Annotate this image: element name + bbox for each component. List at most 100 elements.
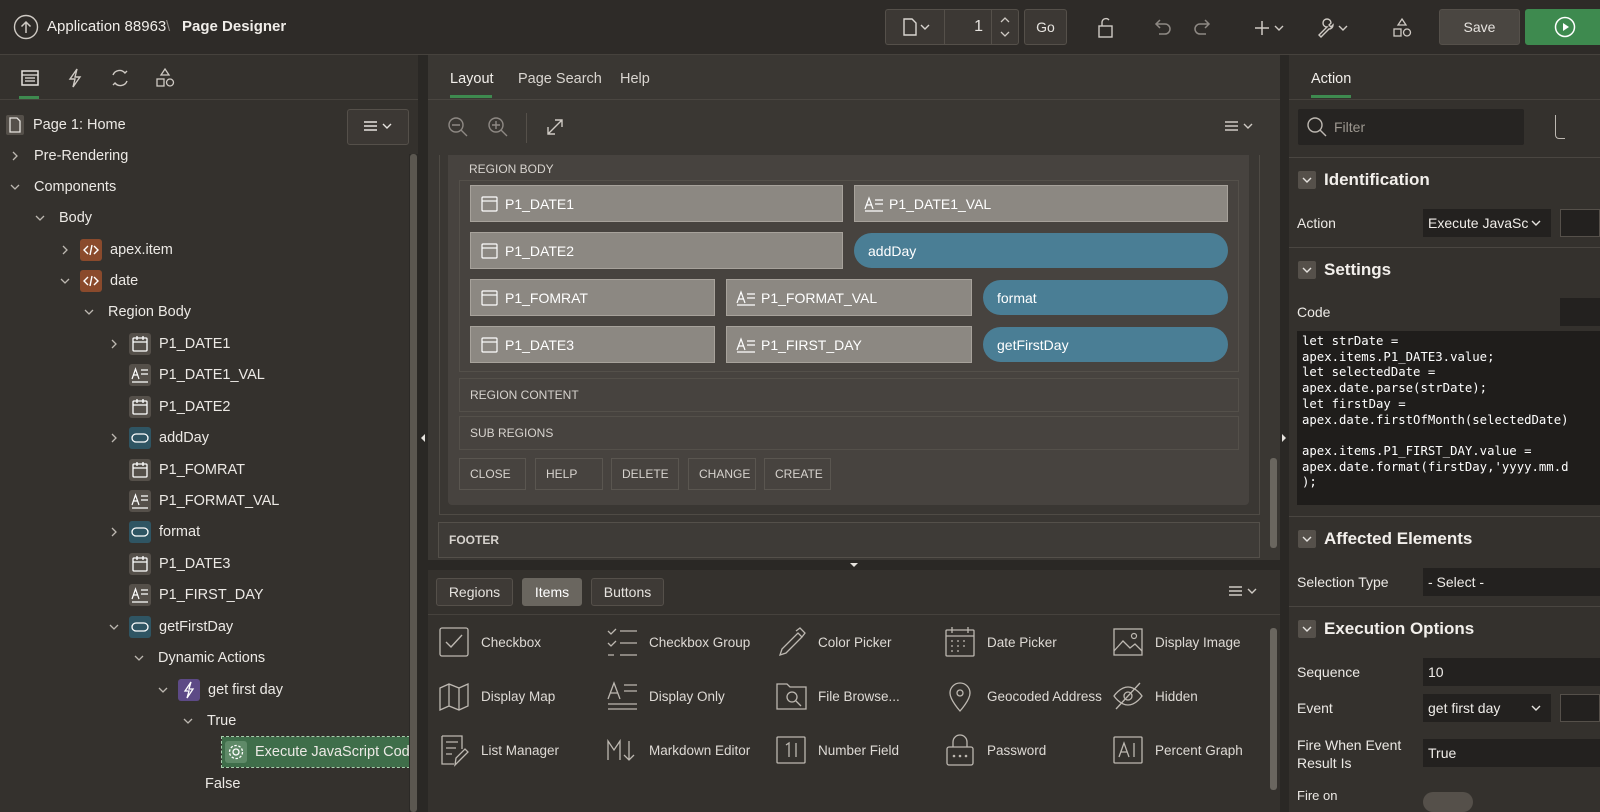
gallery-item[interactable]: Markdown Editor <box>605 727 750 773</box>
chevron-down-icon[interactable] <box>82 305 96 319</box>
tree-item-p1-date3[interactable]: P1_DATE3 <box>107 549 230 579</box>
tab-page-search[interactable]: Page Search <box>518 71 602 87</box>
go-button[interactable]: Go <box>1024 9 1067 45</box>
item-p1-fomrat[interactable]: P1_FOMRAT <box>470 279 715 316</box>
tree-body[interactable]: Body <box>33 203 92 233</box>
selection-type-select[interactable]: - Select - <box>1423 568 1600 596</box>
zoom-in-icon[interactable] <box>484 113 512 141</box>
tree-components[interactable]: Components <box>8 172 116 202</box>
region-button-close[interactable]: CLOSE <box>459 458 526 490</box>
tree-item-p1-first-day[interactable]: P1_FIRST_DAY <box>107 580 264 610</box>
tree-button-format[interactable]: format <box>107 517 200 547</box>
tree-menu-button[interactable] <box>347 109 409 145</box>
gallery-item[interactable]: File Browse... <box>774 673 900 719</box>
gallery-item[interactable]: Percent Graph <box>1111 727 1243 773</box>
shared-components-icon[interactable] <box>1388 14 1416 42</box>
chevron-right-icon[interactable] <box>107 525 121 539</box>
tree-false-branch[interactable]: False <box>205 769 240 799</box>
gallery-menu-icon[interactable] <box>1226 578 1260 606</box>
code-editor[interactable]: let strDate = apex.items.P1_DATE3.value;… <box>1297 331 1600 505</box>
tree-item-p1-date1[interactable]: P1_DATE1 <box>107 329 230 359</box>
fire-when-select[interactable]: True <box>1423 739 1600 767</box>
item-p1-format-val[interactable]: P1_FORMAT_VAL <box>726 279 972 316</box>
sequence-input[interactable]: 10 <box>1423 658 1600 686</box>
create-menu-icon[interactable] <box>1250 14 1290 42</box>
gallery-item[interactable]: Display Only <box>605 673 725 719</box>
tree-region-apex-item[interactable]: apex.item <box>58 235 173 265</box>
code-expand-button[interactable] <box>1560 298 1600 326</box>
tree-item-p1-date2[interactable]: P1_DATE2 <box>107 392 230 422</box>
tab-help[interactable]: Help <box>620 71 650 87</box>
canvas-scrollbar[interactable] <box>1270 458 1277 548</box>
page-number-input[interactable]: 1 <box>944 9 992 45</box>
page-stepper[interactable] <box>991 9 1019 45</box>
gallery-item[interactable]: Password <box>943 727 1046 773</box>
tab-layout[interactable]: Layout <box>450 71 494 87</box>
rendering-tab-icon[interactable] <box>16 64 44 92</box>
layout-menu-icon[interactable] <box>1222 113 1256 141</box>
button-addday[interactable]: addDay <box>854 233 1228 268</box>
action-help-button[interactable] <box>1560 209 1600 237</box>
gallery-item[interactable]: Display Map <box>437 673 555 719</box>
item-p1-first-day[interactable]: P1_FIRST_DAY <box>726 326 972 363</box>
button-getfirstday[interactable]: getFirstDay <box>983 327 1228 362</box>
processing-tab-icon[interactable] <box>106 64 134 92</box>
page-type-selector[interactable] <box>885 9 945 45</box>
left-splitter[interactable] <box>418 55 428 812</box>
tree-button-addday[interactable]: addDay <box>107 423 209 453</box>
shared-components-tab-icon[interactable] <box>151 64 179 92</box>
chevron-right-icon[interactable] <box>107 337 121 351</box>
zoom-out-icon[interactable] <box>444 113 472 141</box>
region-button-delete[interactable]: DELETE <box>611 458 679 490</box>
section-execution-options[interactable]: Execution Options <box>1289 606 1600 650</box>
filter-input[interactable]: Filter <box>1298 109 1524 145</box>
undo-icon[interactable] <box>1148 14 1176 42</box>
tree-item-p1-date1-val[interactable]: P1_DATE1_VAL <box>107 360 265 390</box>
item-p1-date1[interactable]: P1_DATE1 <box>470 185 843 222</box>
right-splitter[interactable] <box>1280 55 1289 812</box>
gallery-item[interactable]: Display Image <box>1111 619 1241 665</box>
item-p1-date3[interactable]: P1_DATE3 <box>470 326 715 363</box>
tab-action[interactable]: Action <box>1311 71 1351 87</box>
filter-side-button[interactable] <box>1555 115 1565 139</box>
section-settings[interactable]: Settings <box>1289 247 1600 291</box>
lock-icon[interactable] <box>1091 14 1119 42</box>
region-button-create[interactable]: CREATE <box>764 458 831 490</box>
run-page-button[interactable] <box>1525 9 1600 45</box>
chevron-down-icon[interactable] <box>8 180 22 194</box>
tree-region-date[interactable]: date <box>58 266 138 296</box>
redo-icon[interactable] <box>1189 14 1217 42</box>
utilities-wrench-icon[interactable] <box>1313 14 1353 42</box>
event-select[interactable]: get first day <box>1423 694 1551 722</box>
tree-action-execute-js[interactable]: Execute JavaScript Code <box>221 736 425 768</box>
region-button-help[interactable]: HELP <box>535 458 603 490</box>
gallery-tab-regions[interactable]: Regions <box>436 578 513 606</box>
gallery-scrollbar[interactable] <box>1270 628 1277 790</box>
sub-regions-slot[interactable]: SUB REGIONS <box>459 416 1239 450</box>
up-arrow-icon[interactable] <box>12 13 40 41</box>
tree-item-p1-fomrat[interactable]: P1_FOMRAT <box>107 455 245 485</box>
chevron-down-icon[interactable] <box>156 683 170 697</box>
gallery-item[interactable]: Geocoded Address <box>943 673 1102 719</box>
save-button[interactable]: Save <box>1439 9 1520 45</box>
chevron-down-icon[interactable] <box>181 714 195 728</box>
tree-dynamic-actions[interactable]: Dynamic Actions <box>132 643 265 673</box>
chevron-down-icon[interactable] <box>33 211 47 225</box>
tree-region-body[interactable]: Region Body <box>82 297 191 327</box>
gallery-tab-buttons[interactable]: Buttons <box>591 578 664 606</box>
gallery-item[interactable]: Date Picker <box>943 619 1057 665</box>
tree-scrollbar[interactable] <box>409 154 418 812</box>
gallery-item[interactable]: Color Picker <box>774 619 892 665</box>
fire-on-toggle[interactable] <box>1423 792 1473 812</box>
gallery-tab-items[interactable]: Items <box>522 578 582 606</box>
tree-page-node[interactable]: Page 1: Home <box>5 110 126 140</box>
gallery-item[interactable]: Checkbox <box>437 619 541 665</box>
chevron-right-icon[interactable] <box>8 149 22 163</box>
button-format[interactable]: format <box>983 280 1228 315</box>
tree-pre-rendering[interactable]: Pre-Rendering <box>8 141 128 171</box>
gallery-item[interactable]: Hidden <box>1111 673 1198 719</box>
item-p1-date1-val[interactable]: P1_DATE1_VAL <box>854 185 1228 222</box>
event-help-button[interactable] <box>1560 694 1600 722</box>
tree-da-get-first-day[interactable]: get first day <box>156 675 283 705</box>
item-p1-date2[interactable]: P1_DATE2 <box>470 232 843 269</box>
